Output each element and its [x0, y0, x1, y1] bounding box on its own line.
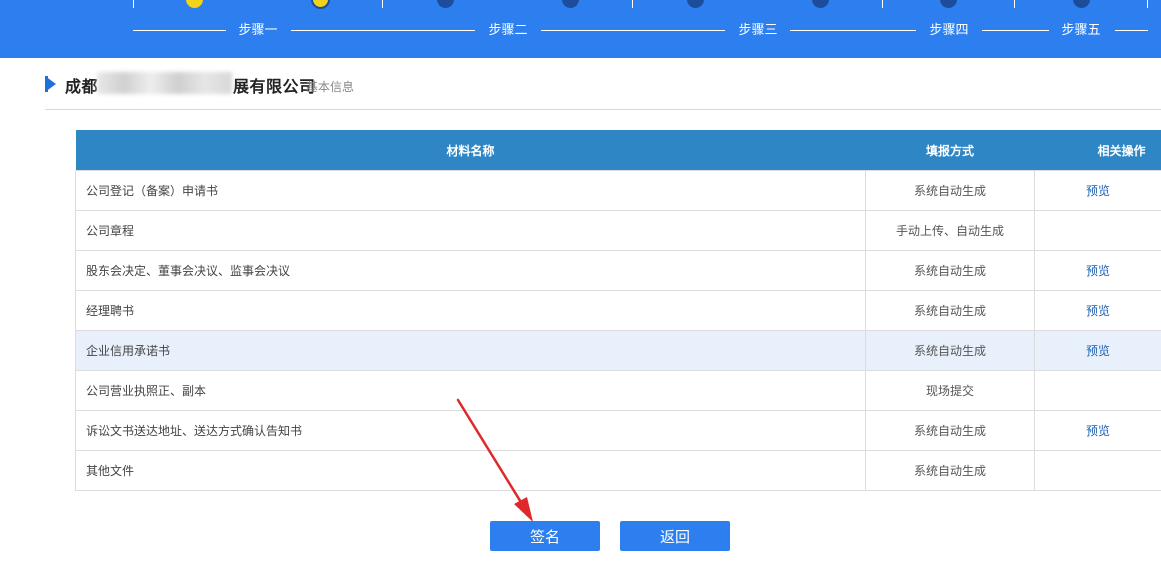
column-header-operation: 相关操作: [1034, 130, 1161, 171]
row-operation: [1034, 450, 1161, 491]
material-name: 股东会决定、董事会决议、监事会决议: [75, 250, 866, 291]
fill-method: 手动上传、自动生成: [865, 210, 1035, 251]
step-label-3[interactable]: 步骤三: [728, 23, 788, 39]
fill-method: 系统自动生成: [865, 450, 1035, 491]
preview-link[interactable]: 预览: [1086, 264, 1110, 278]
material-name: 企业信用承诺书: [75, 330, 866, 371]
preview-link[interactable]: 预览: [1086, 304, 1110, 318]
material-name: 其他文件: [75, 450, 866, 491]
row-operation: 预览: [1034, 330, 1161, 371]
row-operation: 预览: [1034, 290, 1161, 331]
table-row: 诉讼文书送达地址、送达方式确认告知书 系统自动生成 预览: [75, 410, 1161, 451]
row-operation: [1034, 210, 1161, 251]
step-connector: [541, 30, 725, 31]
step-one-dot: [186, 0, 203, 8]
preview-link[interactable]: 预览: [1086, 344, 1110, 358]
column-header-material: 材料名称: [75, 130, 866, 171]
step-connector: [1115, 30, 1148, 31]
table-row: 公司登记（备案）申请书 系统自动生成 预览: [75, 170, 1161, 211]
row-operation: 预览: [1034, 410, 1161, 451]
section-flag-icon: [45, 76, 56, 92]
step-divider: [382, 0, 383, 8]
step-five-dot: [1073, 0, 1090, 8]
table-row: 公司营业执照正、副本 现场提交: [75, 370, 1161, 411]
back-button[interactable]: 返回: [620, 521, 730, 551]
step-connector: [790, 30, 916, 31]
column-header-method: 填报方式: [865, 130, 1035, 171]
fill-method: 系统自动生成: [865, 250, 1035, 291]
fill-method: 系统自动生成: [865, 330, 1035, 371]
step-divider: [632, 0, 633, 8]
section-header: 成都 展有限公司 基本信息: [45, 68, 1161, 110]
preview-link[interactable]: 预览: [1086, 424, 1110, 438]
step-two-end-dot: [562, 0, 579, 8]
table-row-hovered: 企业信用承诺书 系统自动生成 预览: [75, 330, 1161, 371]
fill-method: 系统自动生成: [865, 290, 1035, 331]
fill-method: 系统自动生成: [865, 410, 1035, 451]
step-divider: [133, 0, 134, 8]
row-operation: 预览: [1034, 250, 1161, 291]
table-row: 公司章程 手动上传、自动生成: [75, 210, 1161, 251]
table-header-row: 材料名称 填报方式 相关操作: [75, 130, 1161, 171]
step-label-5[interactable]: 步骤五: [1051, 23, 1111, 39]
redacted-company-name: [97, 72, 232, 94]
step-divider: [1147, 0, 1148, 8]
material-name: 公司营业执照正、副本: [75, 370, 866, 411]
materials-table: 材料名称 填报方式 相关操作 公司登记（备案）申请书 系统自动生成 预览 公司章…: [75, 130, 1161, 491]
material-name: 公司章程: [75, 210, 866, 251]
row-operation: 预览: [1034, 170, 1161, 211]
step-three-end-dot: [812, 0, 829, 8]
step-label-4[interactable]: 步骤四: [919, 23, 979, 39]
step-label-1[interactable]: 步骤一: [228, 23, 288, 39]
row-operation: [1034, 370, 1161, 411]
step-one-current-dot: [311, 0, 330, 9]
table-row: 其他文件 系统自动生成: [75, 450, 1161, 491]
step-progress-bar: 步骤一 步骤二 步骤三 步骤四 步骤五: [0, 0, 1161, 58]
fill-method: 现场提交: [865, 370, 1035, 411]
material-name: 诉讼文书送达地址、送达方式确认告知书: [75, 410, 866, 451]
step-connector: [982, 30, 1049, 31]
section-subtitle: 基本信息: [306, 80, 355, 94]
step-connector: [133, 30, 226, 31]
step-divider: [882, 0, 883, 8]
step-divider: [1014, 0, 1015, 8]
step-connector: [291, 30, 475, 31]
fill-method: 系统自动生成: [865, 170, 1035, 211]
table-row: 股东会决定、董事会决议、监事会决议 系统自动生成 预览: [75, 250, 1161, 291]
material-name: 公司登记（备案）申请书: [75, 170, 866, 211]
step-label-2[interactable]: 步骤二: [478, 23, 538, 39]
step-three-dot: [687, 0, 704, 8]
table-row: 经理聘书 系统自动生成 预览: [75, 290, 1161, 331]
step-four-dot: [940, 0, 957, 8]
material-name: 经理聘书: [75, 290, 866, 331]
sign-button[interactable]: 签名: [490, 521, 600, 551]
step-two-dot: [437, 0, 454, 8]
preview-link[interactable]: 预览: [1086, 184, 1110, 198]
